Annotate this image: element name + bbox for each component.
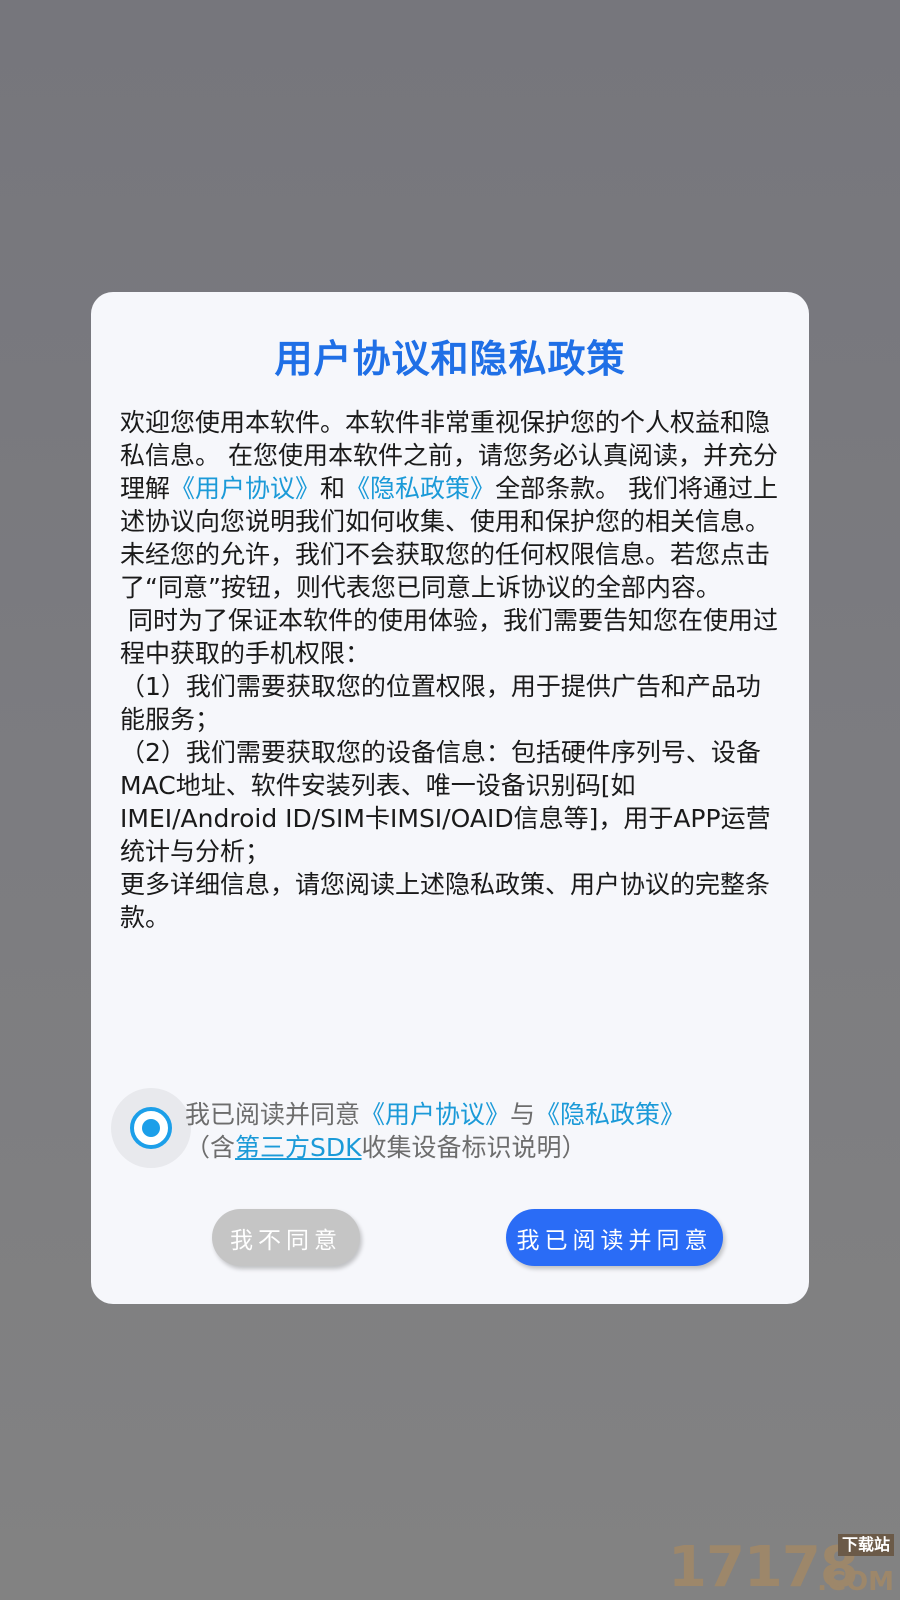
- consent-prefix: 我已阅读并同意: [185, 1100, 361, 1129]
- intro-and-text: 和: [320, 474, 346, 503]
- permissions-paragraph: 同时为了保证本软件的使用体验，我们需要告知您在使用过程中获取的手机权限：: [120, 606, 778, 668]
- dialog-title: 用户协议和隐私政策: [274, 337, 626, 381]
- consent-and-text: 与: [510, 1100, 536, 1129]
- radio-checked-icon: [130, 1107, 172, 1149]
- consent-line2-suffix: 收集设备标识说明）: [361, 1133, 587, 1162]
- disagree-button[interactable]: 我不同意: [212, 1209, 360, 1266]
- consent-line2-prefix: （含: [185, 1133, 236, 1162]
- agree-button[interactable]: 我已阅读并同意: [506, 1209, 723, 1266]
- consent-line-2: （含第三方SDK收集设备标识说明）: [185, 1131, 795, 1164]
- site-watermark-logo: 17178 下载站 .COM: [668, 1534, 894, 1598]
- consent-privacy-policy-link[interactable]: 《隐私政策》: [535, 1100, 685, 1129]
- consent-text: 我已阅读并同意《用户协议》与《隐私政策》 （含第三方SDK收集设备标识说明）: [185, 1098, 795, 1164]
- user-agreement-link[interactable]: 《用户协议》: [170, 474, 320, 503]
- consent-line-1: 我已阅读并同意《用户协议》与《隐私政策》: [185, 1098, 795, 1131]
- radio-dot: [142, 1119, 160, 1137]
- dialog-body: 欢迎您使用本软件。本软件非常重视保护您的个人权益和隐私信息。 在您使用本软件之前…: [120, 406, 784, 934]
- intro-paragraph: 欢迎您使用本软件。本软件非常重视保护您的个人权益和隐私信息。 在您使用本软件之前…: [120, 406, 784, 604]
- permission-item-location: （1）我们需要获取您的位置权限，用于提供广告和产品功能服务；: [120, 672, 761, 734]
- closing-paragraph: 更多详细信息，请您阅读上述隐私政策、用户协议的完整条款。: [120, 870, 771, 932]
- permission-item-device: （2）我们需要获取您的设备信息：包括硬件序列号、设备MAC地址、软件安装列表、唯…: [120, 738, 771, 866]
- consent-radio[interactable]: [111, 1088, 191, 1168]
- consent-user-agreement-link[interactable]: 《用户协议》: [360, 1100, 510, 1129]
- privacy-policy-link[interactable]: 《隐私政策》: [345, 474, 495, 503]
- watermark-domain: .COM: [817, 1567, 894, 1597]
- consent-row: 我已阅读并同意《用户协议》与《隐私政策》 （含第三方SDK收集设备标识说明）: [111, 1088, 801, 1178]
- watermark-tag: 下载站: [837, 1534, 894, 1556]
- third-party-sdk-link[interactable]: 第三方SDK: [235, 1133, 362, 1162]
- privacy-dialog: 用户协议和隐私政策 欢迎您使用本软件。本软件非常重视保护您的个人权益和隐私信息。…: [91, 292, 809, 1304]
